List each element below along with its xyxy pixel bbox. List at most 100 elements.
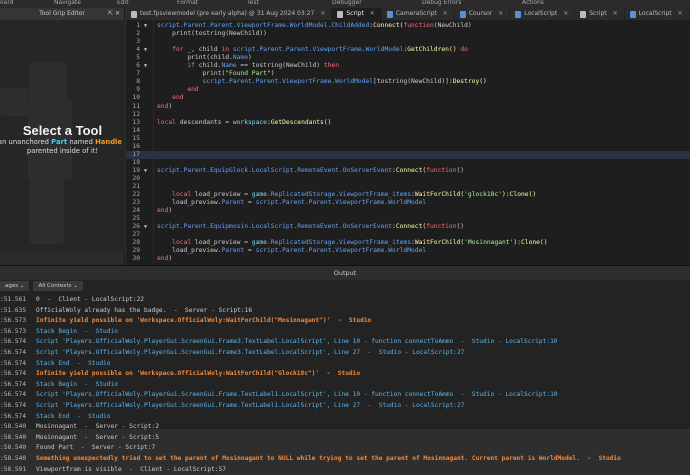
code-line[interactable]: 6▼ if child.Name == tostring(NewChild) t…: [126, 62, 690, 70]
code-line[interactable]: 11end): [126, 103, 690, 111]
entry-timestamp: :56.574: [0, 380, 36, 391]
output-entry[interactable]: :51.635OfficialWoly already has the badg…: [0, 306, 690, 317]
output-entry[interactable]: :58.591Viewportfram is visible - Client …: [0, 465, 690, 475]
output-entry[interactable]: :56.574Script 'Players.OfficialWoly.Play…: [0, 390, 690, 401]
code-line[interactable]: 9 end: [126, 86, 690, 94]
code-line[interactable]: 28 local load_preview = game.ReplicatedS…: [126, 239, 690, 247]
avatar-silhouette: [29, 62, 67, 102]
fold-arrow-icon[interactable]: ▼: [144, 22, 147, 30]
menu-item[interactable]: Navigate: [54, 0, 81, 6]
output-entry[interactable]: :58.540Mosinnagant - Server - Script:2: [0, 422, 690, 433]
code-line[interactable]: 7 print("Found Part"): [126, 70, 690, 78]
output-entry[interactable]: :56.574Script 'Players.OfficialWoly.Play…: [0, 401, 690, 412]
line-number: 18: [126, 159, 140, 167]
output-entry[interactable]: :56.574Stack End - Studio: [0, 412, 690, 423]
code-line[interactable]: 16: [126, 143, 690, 151]
entry-message: Mosinnagant - Server - Script:5: [36, 433, 159, 444]
close-tab-icon[interactable]: ✕: [613, 8, 618, 20]
fold-arrow-icon[interactable]: ▼: [144, 46, 147, 54]
code-line[interactable]: 10 end: [126, 94, 690, 102]
code-line[interactable]: 30end): [126, 255, 690, 263]
menu-item[interactable]: Debugger: [332, 0, 362, 6]
code-editor[interactable]: 1▼script.Parent.Parent.ViewportFrame.Wor…: [126, 20, 690, 265]
entry-timestamp: :56.574: [0, 359, 36, 370]
menu-item[interactable]: Edit: [117, 0, 129, 6]
line-number: 28: [126, 239, 140, 247]
close-tab-icon[interactable]: ✕: [320, 8, 325, 20]
code-token: then: [324, 62, 339, 69]
code-line[interactable]: 22 local load_preview = game.ReplicatedS…: [126, 191, 690, 199]
fold-arrow-icon[interactable]: ▼: [144, 62, 147, 70]
code-token: print(child.: [157, 54, 233, 61]
code-line[interactable]: 21: [126, 183, 690, 191]
tab-camerascript[interactable]: CameraScript ✕: [382, 8, 455, 20]
code-token: .ReplicatedStorage.ViewportFrame_items: [267, 191, 411, 198]
output-entry[interactable]: :56.573Stack Begin - Studio: [0, 327, 690, 338]
code-line[interactable]: 4▼ for _, child in script.Parent.Parent.…: [126, 46, 690, 54]
code-line[interactable]: 20: [126, 175, 690, 183]
menu-item[interactable]: Test: [247, 0, 259, 6]
fold-arrow-icon[interactable]: ▼: [144, 223, 147, 231]
panel-close-button[interactable]: ⇱ ✕: [108, 8, 120, 20]
code-line[interactable]: 27: [126, 231, 690, 239]
output-entry[interactable]: :56.574Script 'Players.OfficialWoly.Play…: [0, 337, 690, 348]
close-tab-icon[interactable]: ✕: [678, 8, 683, 20]
code-line[interactable]: 1▼script.Parent.Parent.ViewportFrame.Wor…: [126, 22, 690, 30]
code-line[interactable]: 19▼script.Parent.EquipGlock.LocalScript.…: [126, 167, 690, 175]
output-entry[interactable]: :58.540Something unexpectedly tried to s…: [0, 454, 690, 465]
output-entry[interactable]: :58.540Mosinnagant - Server - Script:5: [0, 433, 690, 444]
menu-item[interactable]: oard: [0, 0, 14, 6]
output-entry[interactable]: :56.574Stack Begin - Studio: [0, 380, 690, 391]
output-panel: Output ages ⌄ All Contexts ⌄ :51.5610 - …: [0, 265, 690, 429]
entry-timestamp: :51.635: [0, 306, 36, 317]
code-line[interactable]: 24end): [126, 207, 690, 215]
tab-localscript[interactable]: LocalScript✕: [510, 8, 575, 20]
output-entry[interactable]: :56.574Stack End - Studio: [0, 359, 690, 370]
contexts-filter-dropdown[interactable]: All Contexts ⌄: [33, 281, 82, 291]
code-token: for: [157, 46, 184, 53]
code-line[interactable]: 3: [126, 38, 690, 46]
code-line[interactable]: 5 print(child.Name): [126, 54, 690, 62]
output-log[interactable]: :51.5610 - Client - LocalScript:22:51.63…: [0, 295, 690, 475]
code-line[interactable]: 29 load_preview.Parent = script.Parent.P…: [126, 247, 690, 255]
tab-coursor[interactable]: Coursor✕: [455, 8, 510, 20]
line-number: 27: [126, 231, 140, 239]
output-entry[interactable]: :56.573Infinite yield possible on 'Works…: [0, 316, 690, 327]
code-line[interactable]: 8 script.Parent.Parent.ViewportFrame.Wor…: [126, 78, 690, 86]
code-line[interactable]: 26▼script.Parent.Equipmosin.LocalScript.…: [126, 223, 690, 231]
code-line[interactable]: 15: [126, 135, 690, 143]
line-number: 30: [126, 255, 140, 263]
code-line[interactable]: 25: [126, 215, 690, 223]
close-tab-icon[interactable]: ✕: [370, 8, 375, 20]
code-line[interactable]: 13local descendants = workspace:GetDesce…: [126, 119, 690, 127]
output-entry[interactable]: :51.5610 - Client - LocalScript:22: [0, 295, 690, 306]
output-entry[interactable]: :56.574Script 'Players.OfficialWoly.Play…: [0, 348, 690, 359]
code-line[interactable]: 23 load_preview.Parent = script.Parent.P…: [126, 199, 690, 207]
tab-localscript[interactable]: LocalScript✕: [625, 8, 690, 20]
tab-script[interactable]: Script✕: [332, 8, 381, 20]
code-line[interactable]: 12: [126, 111, 690, 119]
tab-label: CameraScript: [396, 8, 437, 20]
code-token: :Connect(: [392, 167, 426, 174]
menu-item[interactable]: Actions: [522, 0, 544, 6]
entry-timestamp: :56.574: [0, 390, 36, 401]
code-line[interactable]: 18: [126, 159, 690, 167]
code-line[interactable]: 17: [126, 151, 690, 159]
line-number: 11: [126, 103, 140, 111]
close-tab-icon[interactable]: ✕: [498, 8, 503, 20]
close-tab-icon[interactable]: ✕: [443, 8, 448, 20]
menu-item[interactable]: Format: [177, 0, 198, 6]
messages-filter-dropdown[interactable]: ages ⌄: [0, 281, 29, 291]
tool-viewport[interactable]: Select a Tool have an unanchored Part na…: [0, 20, 125, 252]
code-token: script.Parent.EquipGlock.LocalScript.Rem…: [157, 167, 392, 174]
output-entry[interactable]: :56.574Infinite yield possible on 'Works…: [0, 369, 690, 380]
fold-arrow-icon[interactable]: ▼: [144, 167, 147, 175]
code-line[interactable]: 2 print(tostring(NewChild)): [126, 30, 690, 38]
output-entry[interactable]: :58.540Found Part - Server - Script:7: [0, 443, 690, 454]
tab-script[interactable]: Script✕: [575, 8, 624, 20]
code-token: descendants =: [176, 119, 233, 126]
code-line[interactable]: 14: [126, 127, 690, 135]
close-tab-icon[interactable]: ✕: [563, 8, 568, 20]
menu-item[interactable]: Debug Errors: [422, 0, 461, 6]
tab-test-fpsviewmodel-pre-early-al[interactable]: test.fpsviewmodel (pre early alpha) @ 31…: [126, 8, 332, 20]
